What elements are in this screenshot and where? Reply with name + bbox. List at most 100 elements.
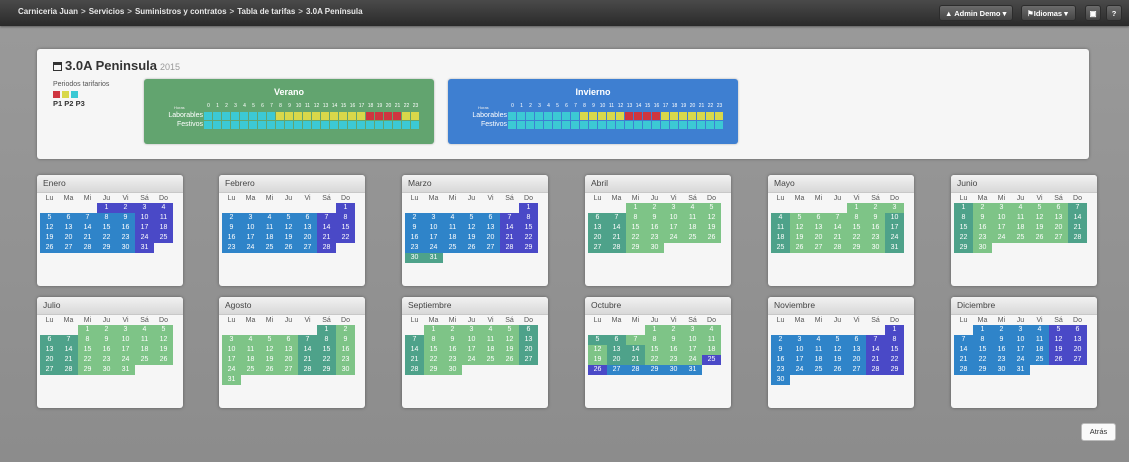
calendar-day[interactable]: 12 [260, 345, 279, 355]
calendar-day[interactable]: 5 [154, 325, 173, 335]
calendar-day[interactable]: 10 [462, 335, 481, 345]
calendar-day[interactable]: 25 [683, 233, 702, 243]
calendar-day[interactable]: 12 [154, 335, 173, 345]
calendar-day[interactable]: 8 [954, 213, 973, 223]
calendar-day[interactable]: 26 [279, 243, 298, 253]
calendar-day[interactable]: 11 [683, 213, 702, 223]
calendar-day[interactable]: 30 [771, 375, 790, 385]
calendar-day[interactable]: 30 [116, 243, 135, 253]
calendar-day[interactable]: 14 [954, 345, 973, 355]
calendar-day[interactable]: 8 [336, 213, 355, 223]
calendar-day[interactable]: 9 [116, 213, 135, 223]
calendar-day[interactable]: 2 [771, 335, 790, 345]
calendar-day[interactable]: 19 [40, 233, 59, 243]
calendar-day[interactable]: 4 [1030, 325, 1049, 335]
calendar-day[interactable]: 5 [279, 213, 298, 223]
calendar-day[interactable]: 19 [462, 233, 481, 243]
calendar-day[interactable]: 21 [298, 355, 317, 365]
calendar-day[interactable]: 18 [683, 223, 702, 233]
calendar-day[interactable]: 12 [588, 345, 607, 355]
calendar-day[interactable]: 26 [154, 355, 173, 365]
calendar-day[interactable]: 25 [771, 243, 790, 253]
calendar-day[interactable]: 19 [154, 345, 173, 355]
calendar-day[interactable]: 19 [500, 345, 519, 355]
calendar-day[interactable]: 24 [241, 243, 260, 253]
calendar-day[interactable]: 7 [828, 213, 847, 223]
calendar-day[interactable]: 27 [588, 243, 607, 253]
calendar-day[interactable]: 29 [424, 365, 443, 375]
calendar-day[interactable]: 20 [1049, 223, 1068, 233]
calendar-day[interactable]: 18 [135, 345, 154, 355]
calendar-day[interactable]: 23 [992, 355, 1011, 365]
calendar-day[interactable]: 25 [809, 365, 828, 375]
calendar-day[interactable]: 10 [116, 335, 135, 345]
calendar-day[interactable]: 20 [59, 233, 78, 243]
calendar-day[interactable]: 23 [443, 355, 462, 365]
calendar-day[interactable]: 26 [1030, 233, 1049, 243]
calendar-day[interactable]: 29 [885, 365, 904, 375]
calendar-day[interactable]: 12 [1049, 335, 1068, 345]
calendar-day[interactable]: 6 [809, 213, 828, 223]
calendar-day[interactable]: 15 [97, 223, 116, 233]
calendar-day[interactable]: 30 [664, 365, 683, 375]
calendar-day[interactable]: 24 [424, 243, 443, 253]
calendar-day[interactable]: 4 [443, 213, 462, 223]
calendar-day[interactable]: 26 [790, 243, 809, 253]
calendar-day[interactable]: 24 [462, 355, 481, 365]
calendar-day[interactable]: 28 [607, 243, 626, 253]
calendar-day[interactable]: 1 [97, 203, 116, 213]
calendar-day[interactable]: 15 [973, 345, 992, 355]
calendar-day[interactable]: 7 [626, 335, 645, 345]
calendar-day[interactable]: 3 [135, 203, 154, 213]
calendar-day[interactable]: 3 [424, 213, 443, 223]
calendar-day[interactable]: 2 [866, 203, 885, 213]
calendar-day[interactable]: 25 [702, 355, 721, 365]
calendar-day[interactable]: 30 [97, 365, 116, 375]
calendar-day[interactable]: 11 [154, 213, 173, 223]
calendar-day[interactable]: 13 [279, 345, 298, 355]
calendar-day[interactable]: 16 [973, 223, 992, 233]
calendar-day[interactable]: 23 [866, 233, 885, 243]
calendar-day[interactable]: 7 [317, 213, 336, 223]
calendar-day[interactable]: 25 [241, 365, 260, 375]
calendar-day[interactable]: 20 [481, 233, 500, 243]
calendar-day[interactable]: 1 [954, 203, 973, 213]
calendar-day[interactable]: 28 [500, 243, 519, 253]
calendar-day[interactable]: 17 [135, 223, 154, 233]
calendar-day[interactable]: 27 [607, 365, 626, 375]
calendar-day[interactable]: 11 [1030, 335, 1049, 345]
calendar-day[interactable]: 21 [1068, 223, 1087, 233]
calendar-day[interactable]: 31 [424, 253, 443, 263]
calendar-day[interactable]: 19 [588, 355, 607, 365]
calendar-day[interactable]: 16 [222, 233, 241, 243]
calendar-day[interactable]: 21 [866, 355, 885, 365]
calendar-day[interactable]: 19 [279, 233, 298, 243]
calendar-day[interactable]: 29 [645, 365, 664, 375]
calendar-day[interactable]: 28 [59, 365, 78, 375]
calendar-day[interactable]: 16 [992, 345, 1011, 355]
calendar-day[interactable]: 26 [462, 243, 481, 253]
calendar-day[interactable]: 11 [481, 335, 500, 345]
calendar-day[interactable]: 22 [424, 355, 443, 365]
calendar-day[interactable]: 5 [260, 335, 279, 345]
calendar-day[interactable]: 5 [500, 325, 519, 335]
calendar-day[interactable]: 18 [443, 233, 462, 243]
calendar-day[interactable]: 17 [683, 345, 702, 355]
calendar-day[interactable]: 8 [97, 213, 116, 223]
calendar-day[interactable]: 8 [645, 335, 664, 345]
calendar-day[interactable]: 24 [992, 233, 1011, 243]
admin-menu-button[interactable]: ▲ Admin Demo ▾ [939, 5, 1013, 21]
calendar-day[interactable]: 9 [664, 335, 683, 345]
calendar-day[interactable]: 19 [1030, 223, 1049, 233]
calendar-day[interactable]: 6 [481, 213, 500, 223]
calendar-day[interactable]: 12 [40, 223, 59, 233]
calendar-day[interactable]: 30 [443, 365, 462, 375]
calendar-day[interactable]: 29 [97, 243, 116, 253]
calendar-day[interactable]: 26 [500, 355, 519, 365]
calendar-day[interactable]: 14 [317, 223, 336, 233]
calendar-day[interactable]: 27 [279, 365, 298, 375]
calendar-day[interactable]: 2 [116, 203, 135, 213]
calendar-day[interactable]: 18 [702, 345, 721, 355]
calendar-day[interactable]: 22 [954, 233, 973, 243]
calendar-day[interactable]: 15 [317, 345, 336, 355]
